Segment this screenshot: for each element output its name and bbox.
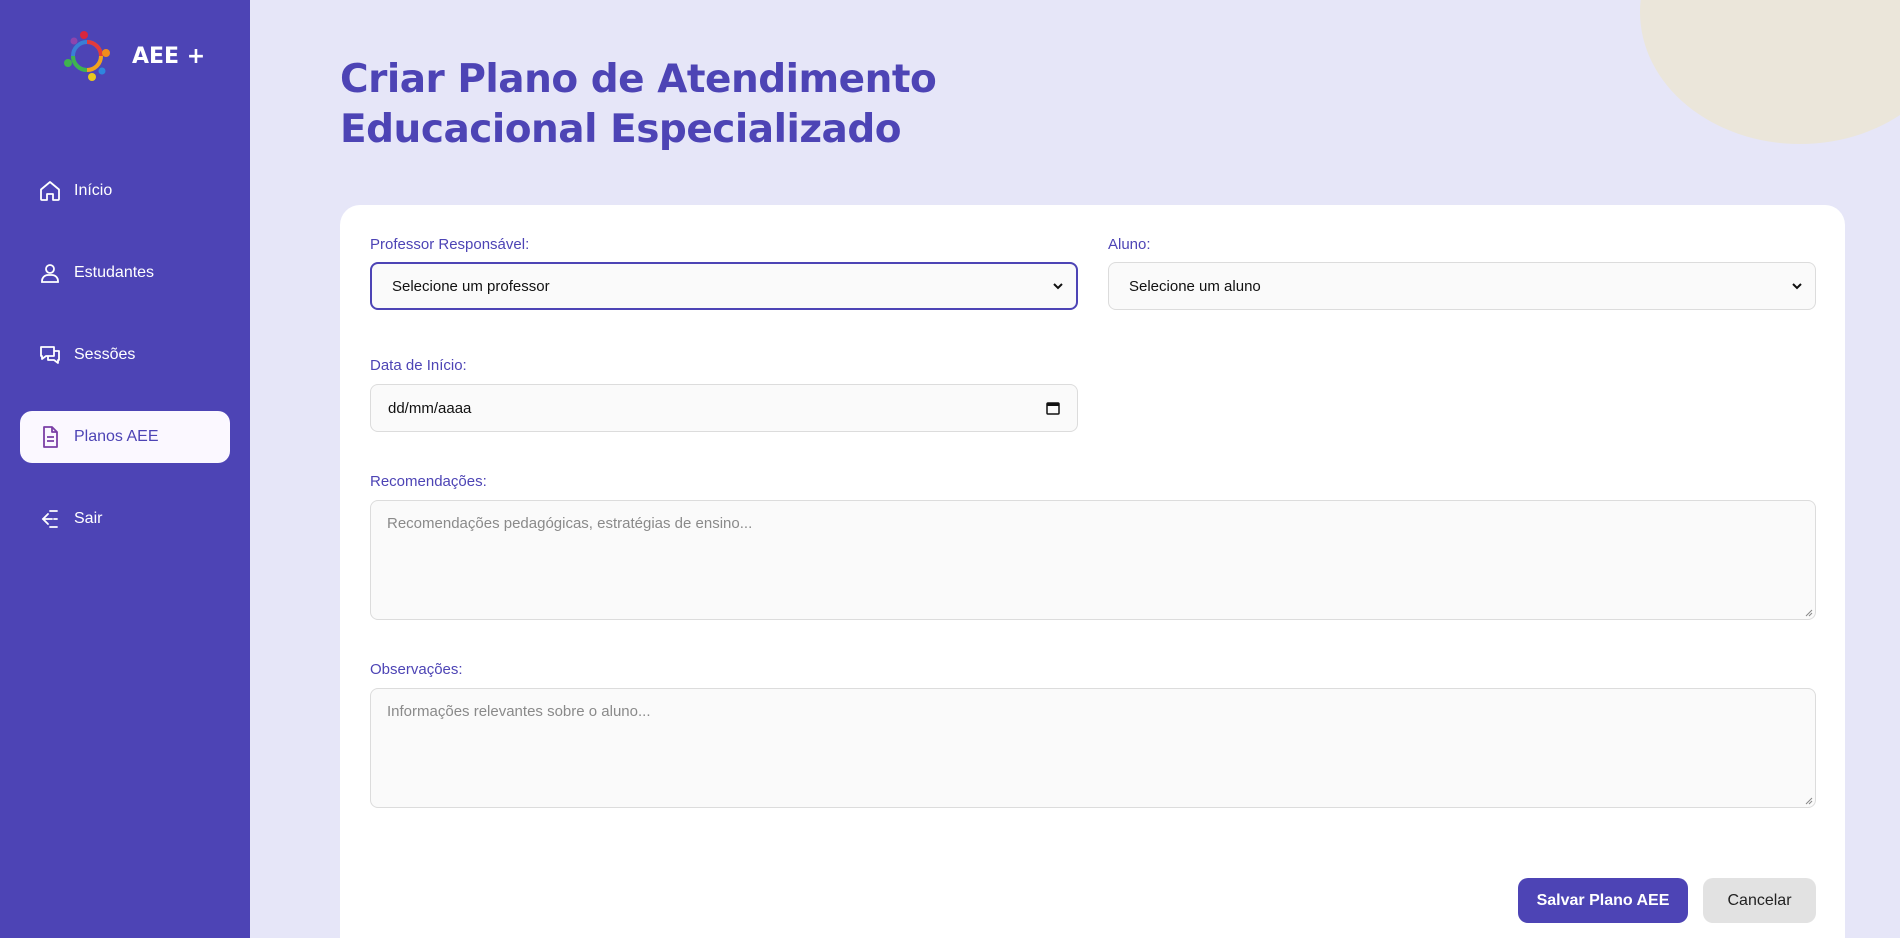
resize-handle-icon[interactable] (1803, 607, 1813, 617)
decorative-circle (1640, 0, 1900, 144)
cancel-button[interactable]: Cancelar (1703, 878, 1816, 923)
page-title: Criar Plano de Atendimento Educacional E… (340, 55, 1040, 155)
brand[interactable]: AEE + (60, 26, 205, 86)
document-icon (43, 426, 58, 448)
form-card: Professor Responsável: Selecione um prof… (340, 205, 1845, 938)
calendar-icon[interactable] (1046, 401, 1060, 415)
chat-icon (40, 346, 60, 364)
save-plan-button[interactable]: Salvar Plano AEE (1518, 878, 1688, 923)
recomendacoes-label: Recomendações: (370, 473, 487, 490)
sidebar-item-label: Estudantes (74, 264, 155, 281)
aluno-select-value: Selecione um aluno (1129, 277, 1261, 295)
recomendacoes-placeholder: Recomendações pedagógicas, estratégias d… (387, 515, 753, 532)
user-icon (41, 264, 59, 283)
professor-select[interactable]: Selecione um professor (370, 262, 1078, 310)
observacoes-placeholder: Informações relevantes sobre o aluno... (387, 703, 651, 720)
brand-name: AEE + (132, 43, 206, 69)
professor-select-value: Selecione um professor (392, 277, 550, 295)
data-inicio-label: Data de Início: (370, 357, 467, 374)
sidebar-item-label: Início (74, 182, 113, 199)
data-inicio-value: dd/mm/aaaa (388, 399, 472, 417)
data-inicio-input[interactable]: dd/mm/aaaa (370, 384, 1078, 432)
aluno-label: Aluno: (1108, 236, 1151, 253)
sidebar-item-planos-aee[interactable]: Planos AEE (20, 411, 230, 463)
professor-label: Professor Responsável: (370, 236, 530, 253)
sidebar-item-label: Sair (74, 510, 103, 527)
sidebar-item-inicio[interactable]: Início (20, 165, 230, 217)
observacoes-textarea[interactable]: Informações relevantes sobre o aluno... (370, 688, 1816, 808)
resize-handle-icon[interactable] (1803, 795, 1813, 805)
home-icon (40, 181, 60, 201)
logo-icon (64, 31, 110, 81)
logout-icon (41, 510, 58, 528)
sidebar: AEE + Início Estudantes Sessões Planos A… (0, 0, 250, 938)
observacoes-label: Observações: (370, 661, 463, 678)
page-title-line-2: Educacional Especializado (340, 107, 902, 152)
sidebar-item-label: Sessões (74, 346, 136, 363)
chevron-down-icon (1792, 283, 1802, 290)
sidebar-item-sair[interactable]: Sair (20, 493, 230, 545)
aluno-select[interactable]: Selecione um aluno (1108, 262, 1816, 310)
recomendacoes-textarea[interactable]: Recomendações pedagógicas, estratégias d… (370, 500, 1816, 620)
sidebar-item-estudantes[interactable]: Estudantes (20, 247, 230, 299)
sidebar-item-sessoes[interactable]: Sessões (20, 329, 230, 381)
chevron-down-icon (1053, 283, 1063, 290)
sidebar-nav: Início Estudantes Sessões Planos AEE Sai… (20, 165, 230, 575)
page-title-line-1: Criar Plano de Atendimento (340, 57, 937, 102)
sidebar-item-label: Planos AEE (74, 428, 159, 445)
